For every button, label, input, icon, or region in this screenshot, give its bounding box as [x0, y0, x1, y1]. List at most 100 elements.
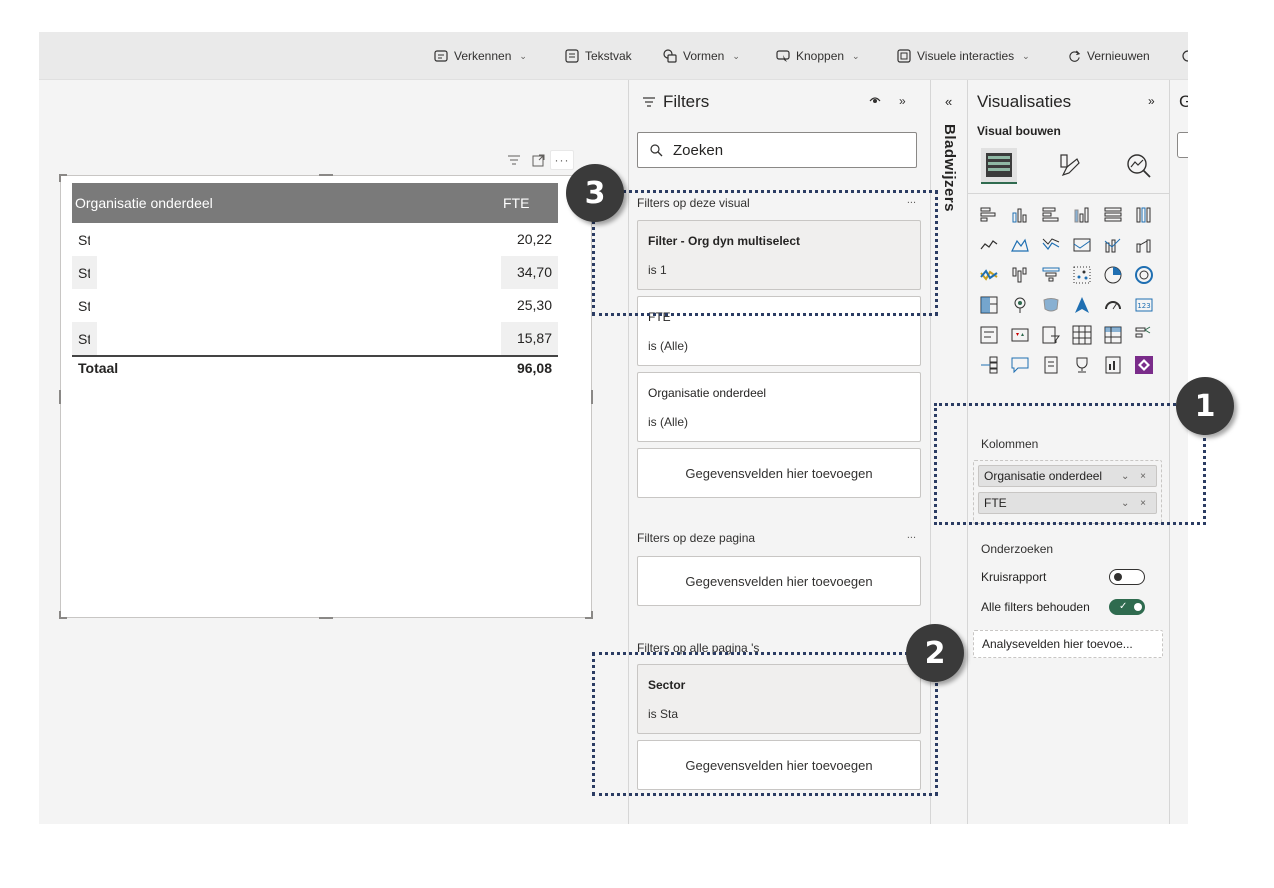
decomp-tree-icon[interactable] [1133, 324, 1155, 346]
chevron-down-icon: ⌄ [1022, 50, 1030, 61]
donut-chart-icon[interactable] [1133, 264, 1155, 286]
ribbon-chart-icon[interactable] [1133, 234, 1155, 256]
row-value: 15,87 [516, 330, 552, 346]
filter-card-organisatie[interactable]: Organisatie onderdeel is (Alle) [637, 372, 921, 442]
total-value: 96,08 [516, 360, 552, 376]
bookmarks-label[interactable]: Bladwijzers [941, 124, 958, 212]
add-visual-filter-field[interactable]: Gegevensvelden hier toevoegen [637, 448, 921, 498]
table-icon[interactable] [1071, 324, 1093, 346]
azure-map-icon[interactable] [1071, 294, 1093, 316]
stacked-area-icon[interactable] [1040, 234, 1062, 256]
filter-name: Organisatie onderdeel [648, 386, 767, 400]
eye-icon[interactable] [869, 94, 881, 108]
clustered-bar-icon[interactable] [1040, 204, 1062, 226]
visual-header: ··· [502, 150, 574, 170]
keep-filters-label: Alle filters behouden [981, 600, 1090, 614]
clustered-column-icon[interactable] [1071, 204, 1093, 226]
resize-handle[interactable] [591, 611, 593, 619]
shapes-button[interactable]: Vormen ⌄ [663, 32, 740, 80]
scatter-icon[interactable] [1071, 264, 1093, 286]
drill-fields-drop[interactable]: Analysevelden hier toevoe... [973, 630, 1163, 658]
refresh-button[interactable]: Vernieuwen [1068, 32, 1150, 80]
collapse-visualizations-icon[interactable]: » [1148, 94, 1155, 108]
100-bar-icon[interactable] [1102, 204, 1124, 226]
filter-icon [508, 155, 520, 165]
multi-row-card-icon[interactable] [978, 324, 1000, 346]
treemap-icon[interactable] [978, 294, 1000, 316]
resize-handle[interactable] [59, 611, 61, 619]
kpi-icon[interactable] [1009, 324, 1031, 346]
row-value: 34,70 [516, 264, 552, 280]
resize-handle[interactable] [59, 390, 61, 404]
annotation-box-1 [934, 403, 1206, 525]
build-visual-tab[interactable] [981, 148, 1017, 184]
matrix-icon[interactable] [1102, 324, 1124, 346]
map-icon[interactable] [1009, 294, 1031, 316]
table-row[interactable]: Sta 20,22 [72, 223, 558, 256]
table-row[interactable]: Sta 25,30 [72, 289, 558, 322]
page-filters-more[interactable]: ... [907, 529, 916, 541]
total-label: Totaal [78, 360, 119, 376]
100-column-icon[interactable] [1133, 204, 1155, 226]
add-page-filter-field[interactable]: Gegevensvelden hier toevoegen [637, 556, 921, 606]
buttons-button[interactable]: Knoppen ⌄ [776, 32, 860, 80]
report-canvas[interactable]: ··· Organisatie onderdeel FTE Sta [39, 80, 628, 824]
table-row[interactable]: Sta 34,70 [72, 256, 558, 289]
goals-icon[interactable] [1071, 354, 1093, 376]
explore-button[interactable]: Verkennen ⌄ [434, 32, 527, 80]
slicer-icon[interactable] [1040, 324, 1062, 346]
format-visual-tab[interactable] [1051, 148, 1087, 184]
collapse-filters-icon[interactable]: » [899, 94, 906, 108]
textbox-button[interactable]: Tekstvak [565, 32, 632, 80]
gauge-icon[interactable] [1102, 294, 1124, 316]
focus-mode-button[interactable] [526, 150, 550, 170]
funnel-icon[interactable] [1040, 264, 1062, 286]
annotation-box-3 [592, 190, 938, 316]
analytics-icon [1127, 154, 1151, 178]
annotation-badge-2: 2 [906, 624, 964, 682]
line-clustered-icon[interactable] [1102, 234, 1124, 256]
resize-handle[interactable] [319, 617, 333, 619]
data-pane-title: G [1179, 92, 1188, 111]
qa-icon[interactable] [1009, 354, 1031, 376]
filters-title: Filters [643, 92, 709, 112]
waterfall-icon[interactable] [978, 264, 1000, 286]
analytics-tab[interactable] [1121, 148, 1157, 184]
more-options-button[interactable]: ··· [550, 150, 574, 170]
table-visual[interactable]: Organisatie onderdeel FTE Sta 20,22 Sta … [59, 174, 593, 619]
key-influencers-icon[interactable] [978, 354, 1000, 376]
row-label: Sta [72, 322, 501, 355]
visual-interactions-label: Visuele interacties [917, 49, 1015, 63]
visual-interactions-button[interactable]: Visuele interacties ⌄ [897, 32, 1030, 80]
table-row[interactable]: Sta 15,87 [72, 322, 558, 355]
stacked-bar-icon[interactable] [978, 204, 1000, 226]
filters-search-input[interactable]: Zoeken [637, 132, 917, 168]
paginated-icon[interactable] [1102, 354, 1124, 376]
divider [968, 193, 1170, 194]
viz-mode-tabs [977, 142, 1161, 190]
filter-visual-button[interactable] [502, 150, 526, 170]
header-fte[interactable]: FTE [498, 195, 558, 211]
expand-pane-icon[interactable]: « [945, 94, 952, 109]
keep-filters-toggle[interactable]: ✓ [1109, 599, 1145, 615]
card-icon[interactable]: 123 [1133, 294, 1155, 316]
refresh-icon [1069, 50, 1081, 62]
ribbon-overflow-icon[interactable] [1181, 32, 1188, 80]
header-organisatie[interactable]: Organisatie onderdeel [72, 195, 498, 211]
custom-visual-icon[interactable] [1133, 354, 1155, 376]
data-pane-search[interactable] [1177, 132, 1188, 158]
resize-handle[interactable] [591, 390, 593, 404]
pie-chart-icon[interactable] [1102, 264, 1124, 286]
filled-map-icon[interactable] [1040, 294, 1062, 316]
funnel-column-icon[interactable] [1009, 264, 1031, 286]
resize-handle[interactable] [59, 174, 61, 182]
line-chart-icon[interactable] [978, 234, 1000, 256]
resize-handle[interactable] [319, 174, 333, 176]
cross-report-toggle[interactable] [1109, 569, 1145, 585]
smart-narrative-icon[interactable] [1040, 354, 1062, 376]
stacked-column-icon[interactable] [1009, 204, 1031, 226]
annotation-badge-1: 1 [1176, 377, 1234, 435]
table-total-row: Totaal 96,08 [72, 355, 558, 379]
line-stacked-icon[interactable] [1071, 234, 1093, 256]
area-chart-icon[interactable] [1009, 234, 1031, 256]
